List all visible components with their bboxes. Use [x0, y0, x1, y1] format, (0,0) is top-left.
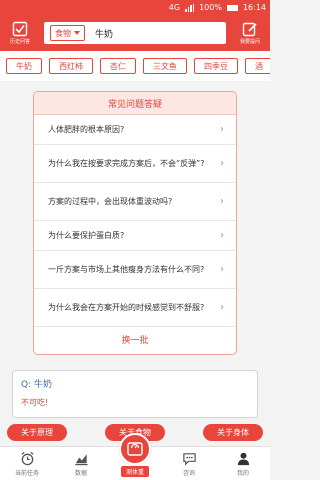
faq-question: 人体肥胖的根本原因?	[48, 125, 125, 134]
status-bar: 4G 100% 16:14	[0, 0, 270, 15]
scale-icon	[119, 433, 151, 465]
category-select[interactable]: 食物	[50, 25, 85, 41]
food-chip[interactable]: 三文鱼	[143, 58, 187, 74]
faq-item[interactable]: 人体肥胖的根本原因? ›	[34, 115, 236, 145]
checklist-icon	[12, 21, 28, 37]
history-qa-label: 历史问答	[9, 39, 30, 45]
battery-icon	[226, 4, 238, 11]
tab-weigh[interactable]: 测体重	[108, 433, 162, 480]
answer-question: Q: 牛奶	[21, 380, 52, 390]
chevron-right-icon: ›	[220, 302, 224, 313]
ask-question-button[interactable]: 我要提问	[234, 21, 266, 45]
faq-item[interactable]: 为什么我在按要求完成方案后，不会“反弹”? ›	[34, 145, 236, 183]
food-chip[interactable]: 西红柿	[49, 58, 93, 74]
signal-icon	[185, 3, 195, 12]
food-chip[interactable]: 酒	[245, 58, 270, 74]
chevron-right-icon: ›	[220, 230, 224, 241]
chevron-right-icon: ›	[220, 196, 224, 207]
faq-panel: 常见问题答疑 人体肥胖的根本原因? › 为什么我在按要求完成方案后，不会“反弹”…	[33, 91, 237, 355]
tab-label: 数据	[74, 470, 87, 477]
faq-question: 为什么我在按要求完成方案后，不会“反弹”?	[48, 159, 205, 168]
answer-card: Q: 牛奶 不可吃!	[12, 370, 258, 418]
search-input[interactable]: 牛奶	[95, 27, 113, 40]
clock: 16:14	[242, 3, 266, 12]
tab-consult[interactable]: 咨询	[162, 447, 216, 480]
chart-icon	[74, 454, 88, 466]
about-principle-button[interactable]: 关于原理	[7, 423, 67, 441]
tab-label: 咨询	[182, 470, 195, 477]
tab-current-task[interactable]: 当前任务	[0, 447, 54, 480]
tab-label: 测体重	[120, 466, 149, 477]
food-chip[interactable]: 牛奶	[6, 58, 42, 74]
tab-bar: 当前任务 数据 测体重 咨询 我的	[0, 433, 270, 480]
tab-me[interactable]: 我的	[216, 447, 270, 480]
alarm-clock-icon	[20, 451, 34, 466]
faq-question: 为什么要保护蛋白质?	[48, 231, 125, 240]
faq-list: 人体肥胖的根本原因? › 为什么我在按要求完成方案后，不会“反弹”? › 方案的…	[34, 115, 236, 327]
header: 历史问答 食物 牛奶 我要提问	[0, 15, 270, 51]
chevron-right-icon: ›	[220, 264, 224, 275]
chat-icon	[182, 453, 196, 466]
faq-item[interactable]: 为什么我会在方案开始的时候感觉到不舒服? ›	[34, 289, 236, 327]
user-icon	[237, 452, 249, 466]
about-body-button[interactable]: 关于身体	[203, 423, 263, 441]
tab-label: 当前任务	[14, 470, 39, 477]
food-chip[interactable]: 杏仁	[100, 58, 136, 74]
food-chips: 牛奶 西红柿 杏仁 三文鱼 四季豆 酒	[0, 51, 270, 81]
chevron-down-icon	[74, 31, 80, 35]
faq-item[interactable]: 为什么要保护蛋白质? ›	[34, 221, 236, 251]
chevron-right-icon: ›	[220, 124, 224, 135]
faq-question: 一斤方案与市场上其他瘦身方法有什么不同?	[48, 265, 205, 274]
chevron-right-icon: ›	[220, 158, 224, 169]
history-qa-button[interactable]: 历史问答	[4, 21, 36, 45]
category-select-value: 食物	[55, 28, 71, 38]
network-label: 4G	[168, 3, 181, 12]
faq-title: 常见问题答疑	[34, 92, 236, 115]
search-bar: 食物 牛奶	[44, 22, 226, 44]
ask-question-label: 我要提问	[239, 39, 260, 45]
tab-label: 我的	[236, 470, 249, 477]
faq-question: 方案的过程中，会出现体重波动吗?	[48, 197, 173, 206]
refresh-batch-button[interactable]: 换一批	[34, 327, 236, 352]
food-chip[interactable]: 四季豆	[194, 58, 238, 74]
tab-data[interactable]: 数据	[54, 447, 108, 480]
faq-item[interactable]: 一斤方案与市场上其他瘦身方法有什么不同? ›	[34, 251, 236, 289]
faq-item[interactable]: 方案的过程中，会出现体重波动吗? ›	[34, 183, 236, 221]
faq-question: 为什么我会在方案开始的时候感觉到不舒服?	[48, 303, 205, 312]
answer-text: 不可吃!	[21, 398, 49, 407]
edit-icon	[242, 22, 257, 37]
battery-percent: 100%	[199, 3, 222, 12]
